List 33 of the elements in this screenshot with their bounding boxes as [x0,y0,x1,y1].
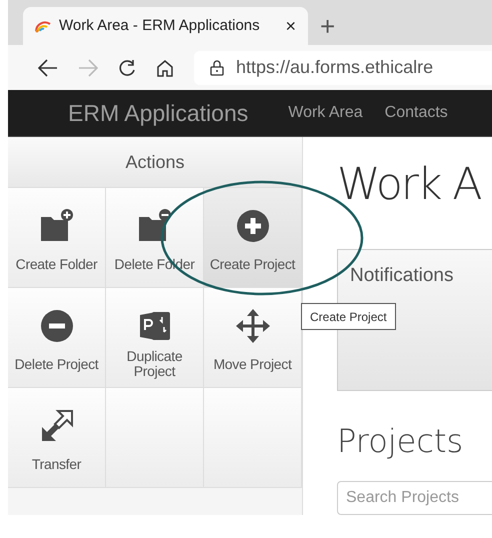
folder-minus-icon [138,209,172,243]
nav-link[interactable]: Contacts [384,101,448,125]
action-tile[interactable]: Create Project [204,188,302,288]
tooltip: Create Project [301,303,396,330]
app-brand[interactable]: ERM Applications [68,96,248,130]
folder-plus-icon [40,209,74,243]
new-tab-button[interactable]: + [308,7,348,45]
action-tile[interactable]: Create Folder [8,188,106,288]
action-tile[interactable]: Transfer [8,388,106,488]
nav-link[interactable]: Work Area [288,101,363,125]
lock-icon [210,60,224,76]
page-title: Work A [337,158,481,212]
tab-title: Work Area - ERM Applications [59,16,261,36]
home-icon[interactable] [156,58,174,76]
actions-header: Actions [8,137,302,188]
action-tile[interactable]: Duplicate Project [106,288,204,388]
action-tile[interactable]: Delete Project [8,288,106,388]
browser-tab[interactable]: Work Area - ERM Applications × [23,7,308,45]
reload-icon[interactable] [118,58,136,76]
duplicate-document-icon [138,309,172,343]
notifications-title: Notifications [350,265,454,286]
close-tab-button[interactable]: × [285,12,296,40]
minus-circle-icon [40,309,74,343]
address-bar[interactable]: https://au.forms.ethicalre [194,50,492,84]
projects-title: Projects [337,421,464,461]
plus-circle-icon [236,209,270,243]
action-tile[interactable]: Move Project [204,288,302,388]
back-arrow-icon[interactable] [38,58,58,76]
search-field[interactable]: Search Projects [337,481,492,515]
site-logo-icon [35,19,51,33]
transfer-arrows-icon [40,409,74,443]
url-text: https://au.forms.ethicalre [236,56,434,79]
move-arrows-icon [236,309,270,343]
